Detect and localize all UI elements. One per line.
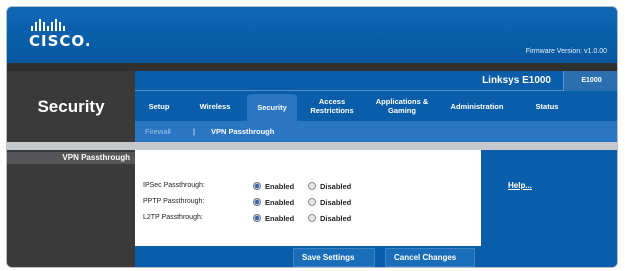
ipsec-passthrough-label: IPSec Passthrough: (143, 182, 205, 189)
l2tp-passthrough-label: L2TP Passthrough: (143, 214, 203, 221)
main-tabs: Setup Wireless Security Access Restricti… (135, 91, 617, 121)
sub-navigation: Firewall | VPN Passthrough (135, 121, 617, 142)
vpn-passthrough-section-label: VPN Passthrough (7, 152, 135, 164)
pptp-disabled-radio[interactable] (308, 198, 316, 206)
pptp-enabled-label: Enabled (265, 198, 295, 207)
section-title: Security (37, 96, 105, 116)
cisco-logo: CISCO. (29, 19, 92, 50)
action-bar: Save Settings Cancel Changes (135, 246, 481, 267)
pptp-disabled-label: Disabled (320, 198, 352, 207)
tab-security[interactable]: Security (247, 94, 297, 121)
content-divider (7, 142, 617, 150)
help-link[interactable]: Help... (508, 181, 532, 190)
cisco-logo-text: CISCO. (29, 32, 92, 50)
product-name: Linksys E1000 (482, 75, 551, 86)
subnav-firewall-link[interactable]: Firewall (145, 127, 171, 136)
tab-access-restrictions[interactable]: Access Restrictions (297, 91, 367, 121)
ipsec-enabled-radio[interactable] (253, 182, 261, 190)
product-row: Linksys E1000 E1000 (135, 71, 617, 91)
tab-wireless[interactable]: Wireless (183, 91, 247, 121)
tab-status[interactable]: Status (517, 91, 577, 121)
l2tp-enabled-label: Enabled (265, 214, 295, 223)
section-block: Security (7, 71, 135, 142)
l2tp-enabled-radio[interactable] (253, 214, 261, 222)
save-settings-button[interactable]: Save Settings (293, 248, 375, 267)
pptp-enabled-radio[interactable] (253, 198, 261, 206)
left-panel: VPN Passthrough (7, 150, 135, 267)
l2tp-disabled-radio[interactable] (308, 214, 316, 222)
cisco-logo-bars-icon (31, 19, 92, 31)
header-divider (7, 63, 617, 71)
subnav-separator: | (193, 127, 195, 136)
tab-applications-gaming[interactable]: Applications & Gaming (367, 91, 437, 121)
help-panel: Help... (481, 150, 617, 267)
settings-panel: IPSec Passthrough: Enabled Disabled PPTP… (135, 150, 481, 246)
router-admin-window: CISCO. Firmware Version: v1.0.00 Securit… (6, 6, 618, 268)
l2tp-disabled-label: Disabled (320, 214, 352, 223)
cancel-changes-button[interactable]: Cancel Changes (385, 248, 475, 267)
firmware-version: Firmware Version: v1.0.00 (525, 48, 607, 55)
tab-setup[interactable]: Setup (135, 91, 183, 121)
ipsec-disabled-radio[interactable] (308, 182, 316, 190)
tab-administration[interactable]: Administration (437, 91, 517, 121)
ipsec-disabled-label: Disabled (320, 182, 352, 191)
pptp-passthrough-label: PPTP Passthrough: (143, 198, 205, 205)
subnav-vpn-passthrough-link[interactable]: VPN Passthrough (211, 127, 274, 136)
ipsec-enabled-label: Enabled (265, 182, 295, 191)
model-number: E1000 (563, 71, 617, 91)
brand-header: CISCO. Firmware Version: v1.0.00 (7, 7, 617, 63)
